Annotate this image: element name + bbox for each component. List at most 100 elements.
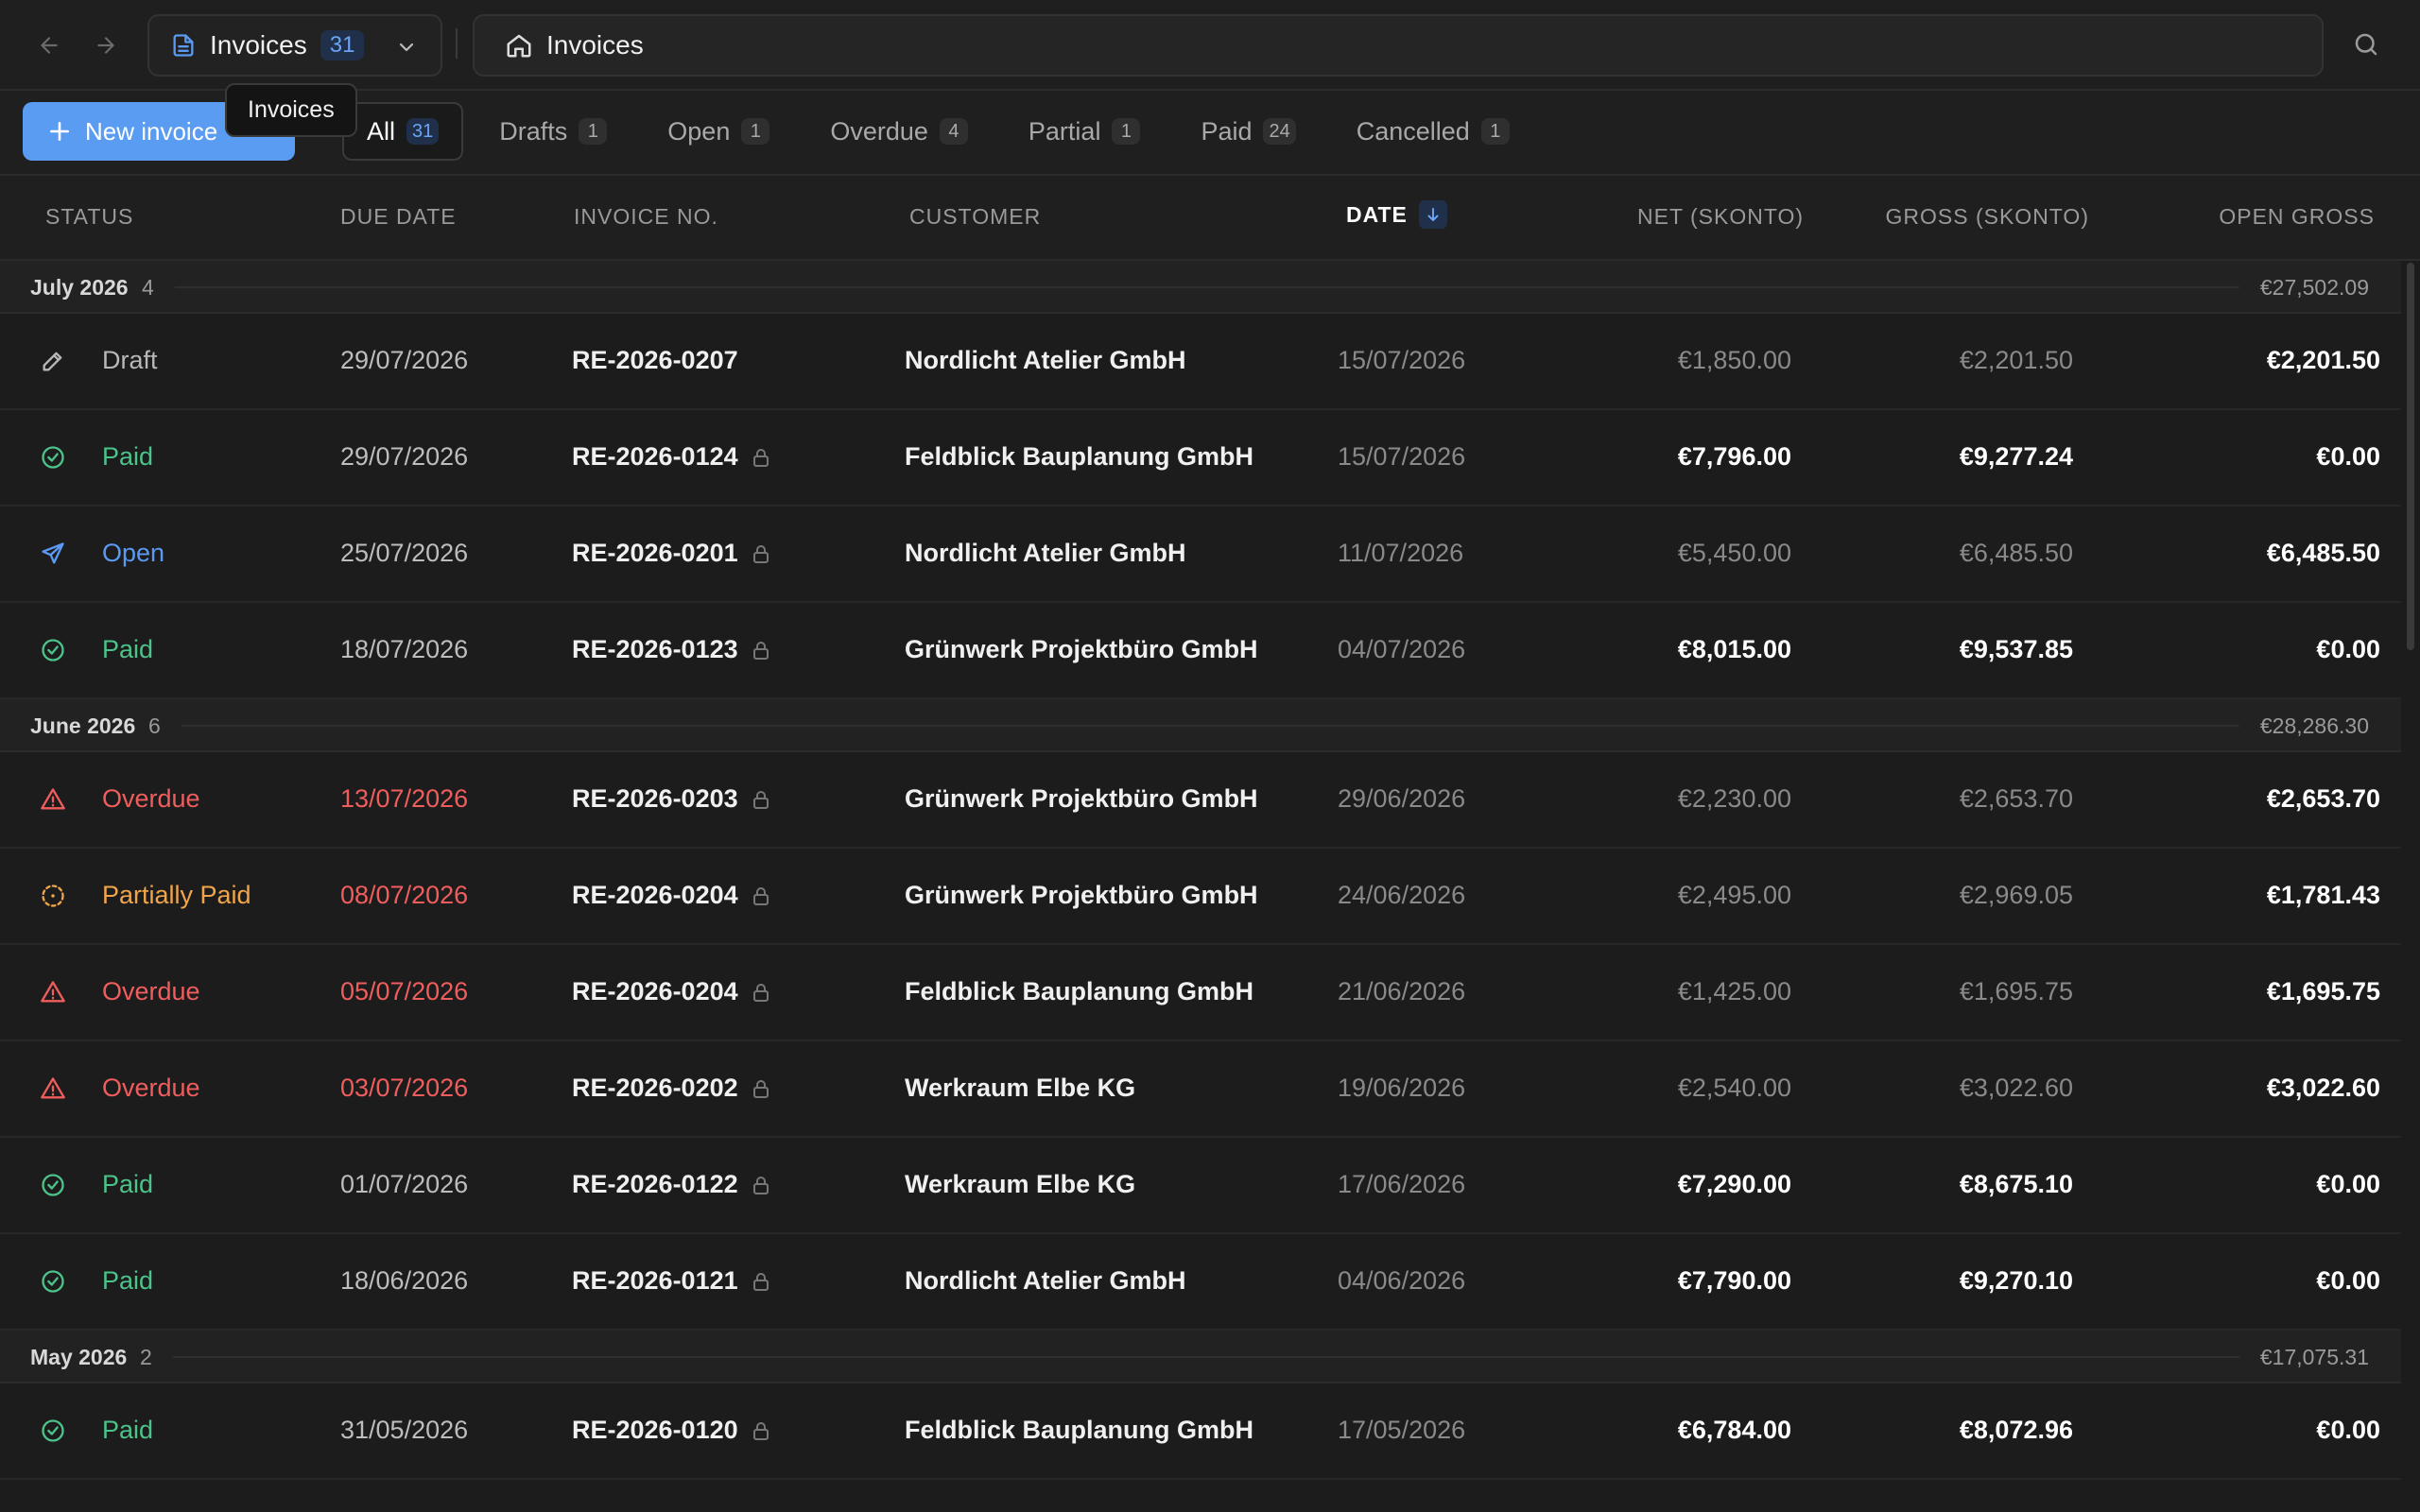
status-label: Paid xyxy=(102,442,154,471)
invoice-number[interactable]: RE-2026-0204 xyxy=(572,977,772,1006)
net-amount: €2,230.00 xyxy=(1677,784,1791,813)
arrow-left-icon xyxy=(41,37,58,54)
invoice-number-text: RE-2026-0203 xyxy=(572,784,738,813)
column-header-invoice-no[interactable]: INVOICE NO. xyxy=(574,204,718,230)
column-header-due-date[interactable]: DUE DATE xyxy=(340,204,457,230)
invoice-number[interactable]: RE-2026-0201 xyxy=(572,539,772,568)
invoice-number[interactable]: RE-2026-0207 xyxy=(572,346,738,375)
column-header-open-gross[interactable]: OPEN GROSS xyxy=(2219,204,2375,230)
invoice-date: 19/06/2026 xyxy=(1338,1074,1466,1102)
invoice-number[interactable]: RE-2026-0124 xyxy=(572,442,772,472)
due-date: 18/06/2026 xyxy=(340,1266,469,1295)
tab-partial[interactable]: Partial 1 xyxy=(1004,102,1166,161)
tab-cancelled[interactable]: Cancelled 1 xyxy=(1332,102,1534,161)
open-gross-amount: €0.00 xyxy=(2316,635,2380,663)
tab-all[interactable]: All 31 xyxy=(342,102,464,161)
invoice-date: 04/06/2026 xyxy=(1338,1266,1466,1295)
table-row[interactable]: Draft 29/07/2026 RE-2026-0207 Nordlicht Ate… xyxy=(0,314,2401,410)
warning-triangle-icon xyxy=(40,1075,66,1102)
group-title: July 2026 xyxy=(30,275,129,300)
view-selector[interactable]: Invoices 31 xyxy=(147,14,442,77)
invoice-table-body: July 2026 4 €27,502.09 Draft 29/07/2026 RE-20… xyxy=(0,261,2401,1480)
gross-amount: €9,270.10 xyxy=(1959,1266,2073,1295)
invoice-number-text: RE-2026-0123 xyxy=(572,635,738,663)
table-row[interactable]: Paid 18/07/2026 RE-2026-0123 Grünwerk Proje… xyxy=(0,603,2401,699)
tab-label: Open xyxy=(667,116,731,146)
group-divider-line xyxy=(175,286,2239,288)
due-date: 05/07/2026 xyxy=(340,977,469,1005)
open-gross-amount: €0.00 xyxy=(2316,1416,2380,1444)
column-header-customer[interactable]: CUSTOMER xyxy=(909,204,1041,230)
scrollbar[interactable] xyxy=(2405,261,2416,1512)
invoice-date: 17/05/2026 xyxy=(1338,1416,1466,1444)
scrollbar-thumb[interactable] xyxy=(2407,263,2414,650)
tab-label: Drafts xyxy=(499,116,568,146)
net-amount: €2,495.00 xyxy=(1677,881,1791,909)
back-button[interactable] xyxy=(30,26,68,64)
lock-icon xyxy=(750,885,772,907)
address-bar[interactable]: Invoices xyxy=(473,14,2324,77)
tab-count-badge: 4 xyxy=(939,118,968,145)
search-icon xyxy=(2355,33,2377,56)
open-gross-amount: €0.00 xyxy=(2316,1266,2380,1295)
table-row[interactable]: Overdue 13/07/2026 RE-2026-0203 Grünwerk Pr… xyxy=(0,752,2401,849)
group-header[interactable]: June 2026 6 €28,286.30 xyxy=(0,699,2401,752)
invoice-number[interactable]: RE-2026-0202 xyxy=(572,1074,772,1103)
gross-amount: €1,695.75 xyxy=(1959,977,2073,1005)
table-row[interactable]: Overdue 05/07/2026 RE-2026-0204 Feldblick B… xyxy=(0,945,2401,1041)
customer-name: Werkraum Elbe KG xyxy=(905,1074,1136,1102)
table-row[interactable]: Partially Paid 08/07/2026 RE-2026-0204 Grün… xyxy=(0,849,2401,945)
column-header-status[interactable]: STATUS xyxy=(45,204,133,230)
gross-amount: €2,653.70 xyxy=(1959,784,2073,813)
gross-amount: €2,969.05 xyxy=(1959,881,2073,909)
group-header[interactable]: July 2026 4 €27,502.09 xyxy=(0,261,2401,314)
column-header-net[interactable]: NET (SKONTO) xyxy=(1637,204,1804,230)
net-amount: €5,450.00 xyxy=(1677,539,1791,567)
sort-descending-icon[interactable] xyxy=(1418,200,1447,229)
table-row[interactable]: Paid 29/07/2026 RE-2026-0124 Feldblick Baup… xyxy=(0,410,2401,507)
net-amount: €1,850.00 xyxy=(1677,346,1791,374)
search-button[interactable] xyxy=(2346,25,2386,64)
table-row[interactable]: Open 25/07/2026 RE-2026-0201 Nordlicht Atel… xyxy=(0,507,2401,603)
net-amount: €7,796.00 xyxy=(1677,442,1791,471)
tab-open[interactable]: Open 1 xyxy=(643,102,794,161)
status-label: Partially Paid xyxy=(102,881,251,909)
tab-drafts[interactable]: Drafts 1 xyxy=(475,102,631,161)
tab-paid[interactable]: Paid 24 xyxy=(1176,102,1320,161)
top-bar: Invoices 31 Invoices xyxy=(0,0,2420,91)
column-header-gross[interactable]: GROSS (SKONTO) xyxy=(1886,204,2090,230)
warning-triangle-icon xyxy=(40,979,66,1005)
invoice-date: 11/07/2026 xyxy=(1338,539,1464,567)
status-label: Paid xyxy=(102,1416,154,1444)
column-header-date[interactable]: DATE xyxy=(1346,200,1447,229)
invoice-date: 15/07/2026 xyxy=(1338,442,1466,471)
table-row[interactable]: Paid 01/07/2026 RE-2026-0122 Werkraum Elbe … xyxy=(0,1138,2401,1234)
table-row[interactable]: Overdue 03/07/2026 RE-2026-0202 Werkraum El… xyxy=(0,1041,2401,1138)
table-row[interactable]: Paid 31/05/2026 RE-2026-0120 Feldblick Baup… xyxy=(0,1383,2401,1480)
group-header[interactable]: May 2026 2 €17,075.31 xyxy=(0,1331,2401,1383)
invoice-number[interactable]: RE-2026-0123 xyxy=(572,635,772,664)
group-title: June 2026 xyxy=(30,713,136,738)
invoice-date: 04/07/2026 xyxy=(1338,635,1466,663)
tab-count-badge: 1 xyxy=(1480,118,1510,145)
invoice-number[interactable]: RE-2026-0120 xyxy=(572,1416,772,1445)
lock-icon xyxy=(750,542,772,565)
status-label: Overdue xyxy=(102,784,200,813)
invoice-number[interactable]: RE-2026-0203 xyxy=(572,784,772,814)
view-selector-count: 31 xyxy=(320,30,365,60)
table-row[interactable]: Paid 18/06/2026 RE-2026-0121 Nordlicht Atel… xyxy=(0,1234,2401,1331)
invoice-number[interactable]: RE-2026-0122 xyxy=(572,1170,772,1199)
tab-label: Cancelled xyxy=(1356,116,1470,146)
customer-name: Werkraum Elbe KG xyxy=(905,1170,1136,1198)
due-date: 31/05/2026 xyxy=(340,1416,469,1444)
new-invoice-label: New invoice xyxy=(85,116,218,146)
invoice-number[interactable]: RE-2026-0204 xyxy=(572,881,772,910)
group-count: 2 xyxy=(140,1345,152,1369)
net-amount: €7,290.00 xyxy=(1677,1170,1791,1198)
invoice-number[interactable]: RE-2026-0121 xyxy=(572,1266,772,1296)
forward-button[interactable] xyxy=(87,26,125,64)
gross-amount: €3,022.60 xyxy=(1959,1074,2073,1102)
tab-overdue[interactable]: Overdue 4 xyxy=(805,102,993,161)
lock-icon xyxy=(750,446,772,469)
status-tabs: All 31 Drafts 1 Open 1 Overdue 4 Partial 1 Paid 24 C… xyxy=(342,102,1546,161)
